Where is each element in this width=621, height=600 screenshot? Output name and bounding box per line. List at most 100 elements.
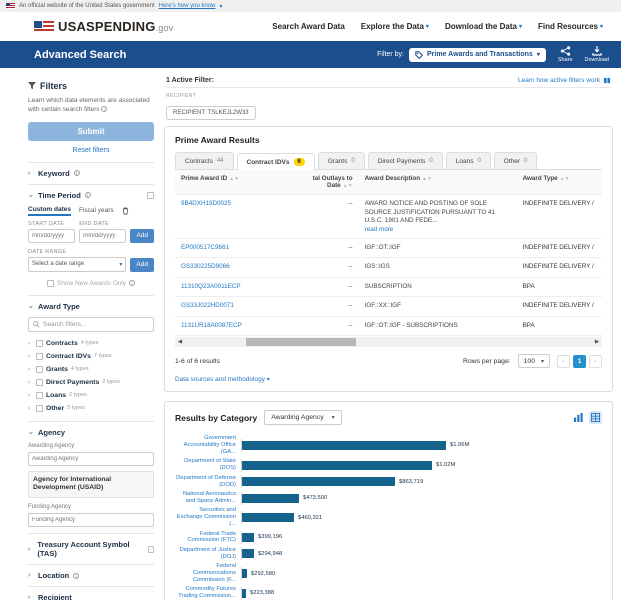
sort-icon[interactable]: ▲▼ (560, 176, 570, 182)
recipient-filter-chip[interactable]: RECIPIENT: TSLKEJL2W33 (166, 106, 256, 120)
award-id-link[interactable]: 11310Q23A0011ECP (181, 283, 241, 290)
tas-header[interactable]: › Treasury Account Symbol (TAS) (28, 540, 154, 558)
rows-per-page-select[interactable]: 100 ▾ (517, 354, 550, 368)
bar-label[interactable]: Federal Trade Commission (FTC) (175, 531, 241, 545)
nav-download-the-data[interactable]: Download the Data ▾ (445, 22, 522, 31)
checkbox[interactable] (36, 391, 43, 399)
bar-label[interactable]: Department of Justice (DOJ) (175, 547, 241, 561)
info-icon[interactable]: i (73, 170, 80, 177)
data-sources-link[interactable]: Data sources and methodology ▾ (175, 376, 602, 383)
time-period-header[interactable]: ⌄ Time Period i (28, 191, 154, 200)
bar (242, 440, 446, 450)
checkbox[interactable] (36, 404, 43, 412)
read-more-link[interactable]: read more (365, 226, 394, 233)
checkbox[interactable] (36, 365, 43, 373)
trash-icon[interactable] (122, 207, 129, 215)
start-date-input[interactable] (28, 228, 76, 243)
award-type-search[interactable]: Search filters... (28, 316, 154, 332)
chevron-right-icon[interactable]: › (28, 392, 33, 399)
award-type-other: › Other 5 types (28, 404, 85, 412)
chevron-right-icon[interactable]: › (28, 353, 33, 360)
chevron-right-icon[interactable]: › (28, 366, 33, 373)
tab-custom-dates[interactable]: Custom dates (28, 206, 71, 216)
bar-label[interactable]: Government Accountability Office (GA... (175, 435, 241, 456)
award-id-link[interactable]: EP000517C9661 (181, 244, 229, 251)
scroll-left-arrow[interactable]: ◀ (175, 339, 185, 345)
share-button[interactable]: Share (558, 46, 573, 63)
usaspending-logo[interactable]: USASPENDING.gov (34, 19, 173, 34)
reset-filters-link[interactable]: Reset filters (28, 147, 154, 154)
sort-icon[interactable]: ▲▼ (229, 176, 239, 182)
funding-agency-input[interactable] (28, 513, 154, 528)
recipient-header[interactable]: › Recipient (28, 593, 154, 600)
info-icon[interactable]: i (73, 572, 80, 579)
info-icon[interactable]: i (129, 280, 136, 287)
bar-label[interactable]: Securities and Exchange Commission (... (175, 507, 241, 528)
col-award-description[interactable]: Award Description ▲▼ (359, 170, 517, 194)
gov-banner-link[interactable]: Here's how you know (159, 3, 216, 9)
tab-contract-idvs[interactable]: Contract IDVs 6 (236, 153, 315, 170)
sort-icon[interactable]: ▲▼ (422, 176, 432, 182)
section-time-period: ⌄ Time Period i Custom dates Fiscal year… (28, 183, 155, 295)
agency-header[interactable]: ⌄ Agency (28, 428, 154, 437)
checkbox[interactable] (36, 339, 43, 347)
prev-page-button[interactable]: ‹ (557, 354, 570, 368)
location-header[interactable]: › Location i (28, 571, 154, 580)
chevron-right-icon[interactable]: › (28, 340, 33, 347)
date-range-select[interactable]: Select a date range ▾ (28, 256, 127, 272)
checkbox[interactable] (36, 378, 43, 386)
tab-grants[interactable]: Grants 0 (317, 152, 365, 169)
awarding-agency-input[interactable] (28, 451, 154, 466)
nav-find-resources[interactable]: Find Resources ▾ (538, 22, 603, 31)
new-awards-checkbox[interactable] (46, 279, 54, 287)
bar-label[interactable]: Department of Defense (DOD) (175, 475, 241, 489)
chevron-right-icon[interactable]: › (28, 405, 33, 412)
award-id-link[interactable]: GS330225D9066 (181, 263, 230, 270)
section-extra-icon[interactable] (147, 545, 154, 553)
learn-active-filters-link[interactable]: Learn how active filters work (518, 77, 611, 84)
scrollbar-track[interactable] (185, 337, 592, 347)
tab-loans[interactable]: Loans 0 (445, 152, 491, 169)
add-dates-button[interactable]: Add (130, 228, 155, 243)
col-award-type[interactable]: Award Type ▲▼ (517, 170, 602, 194)
tab-contracts[interactable]: Contracts 44 (175, 152, 234, 169)
keyword-header[interactable]: › Keyword i (28, 169, 154, 178)
scroll-right-arrow[interactable]: ▶ (592, 339, 602, 345)
bar-label[interactable]: Department of State (DOS) (175, 458, 241, 472)
award-id-link[interactable]: 9B4DXH19D0025 (181, 200, 231, 207)
bar-label[interactable]: Commodity Futures Trading Commission... (175, 586, 241, 600)
bar-chart-view-button[interactable] (572, 411, 585, 424)
col-prime-award-id[interactable]: Prime Award ID ▲▼ (175, 170, 286, 194)
award-type-header[interactable]: ⌄ Award Type (28, 302, 154, 311)
info-icon[interactable]: i (84, 192, 91, 199)
add-range-button[interactable]: Add (130, 257, 154, 272)
section-extra-icon[interactable] (147, 191, 154, 199)
col-outlays[interactable]: tal Outlays to Date ▲▼ (286, 170, 359, 194)
download-button[interactable]: Download (585, 46, 609, 63)
tab-fiscal-years[interactable]: Fiscal years (79, 207, 114, 214)
filter-by-dropdown[interactable]: Prime Awards and Transactions ▾ (409, 47, 546, 62)
award-type-direct-payments: › Direct Payments 2 types (28, 378, 121, 386)
tab-other[interactable]: Other 0 (493, 152, 538, 169)
end-date-input[interactable] (79, 228, 127, 243)
table-view-button[interactable] (589, 411, 602, 424)
category-dropdown[interactable]: Awarding Agency ▾ (264, 410, 342, 425)
submit-button[interactable]: Submit (28, 121, 154, 141)
nav-search-award-data[interactable]: Search Award Data (272, 22, 344, 31)
info-icon[interactable]: i (101, 106, 108, 113)
scrollbar-thumb[interactable] (246, 338, 356, 346)
next-page-button[interactable]: › (589, 354, 602, 368)
checkbox[interactable] (36, 352, 43, 360)
bar-label[interactable]: Federal Communications Commission (F... (175, 563, 241, 584)
award-id-link[interactable]: GS33J022HD0071 (181, 302, 234, 309)
selected-awarding-agency[interactable]: Agency for International Development (US… (28, 470, 154, 499)
sort-icon[interactable]: ▲▼ (343, 183, 353, 189)
tab-direct-payments[interactable]: Direct Payments 0 (367, 152, 443, 169)
chevron-down-icon: ▾ (425, 24, 429, 30)
bar-label[interactable]: National Aeronautics and Space Admin... (175, 491, 241, 505)
chevron-right-icon[interactable]: › (28, 379, 33, 386)
page-1-button[interactable]: 1 (573, 354, 586, 368)
award-id-link[interactable]: 1131UR18A0087ECP (181, 322, 242, 329)
nav-explore-the-data[interactable]: Explore the Data ▾ (361, 22, 429, 31)
award-type-value: INDEFINITE DELIVERY / (522, 243, 594, 251)
